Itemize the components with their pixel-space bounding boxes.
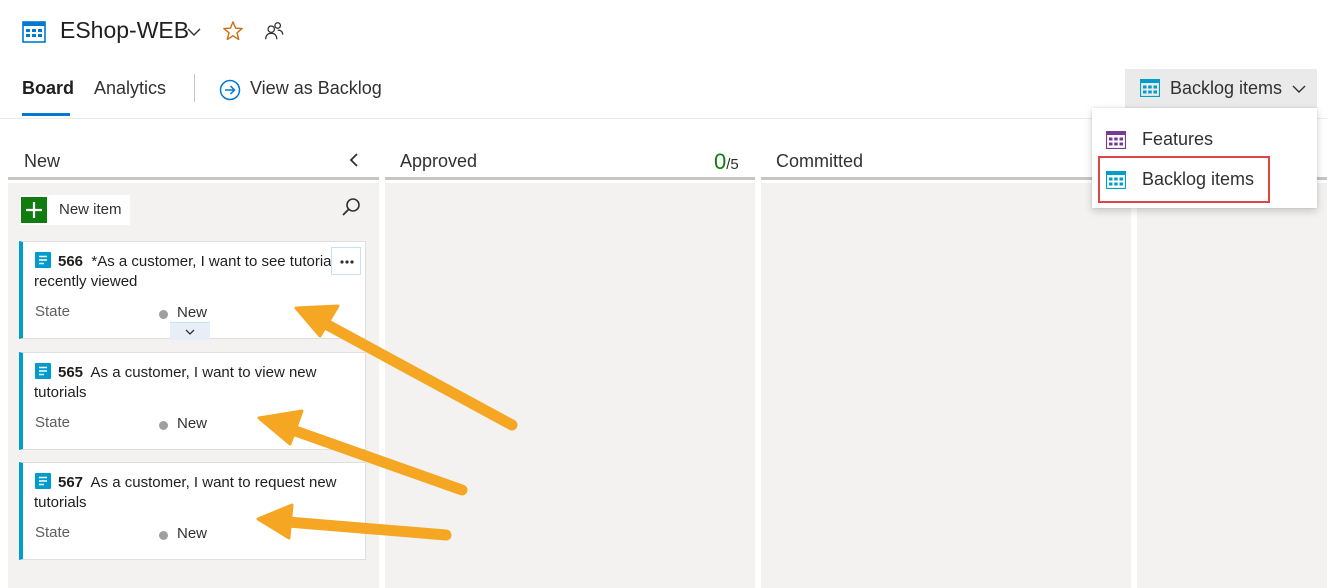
wip-limit: /5 bbox=[726, 156, 739, 173]
column-header-bar bbox=[761, 177, 1131, 180]
favorite-star-icon[interactable] bbox=[222, 20, 244, 42]
new-item-label: New item bbox=[59, 201, 122, 218]
card-title-line: 567 As a customer, I want to request new… bbox=[34, 473, 354, 513]
wip-limit-indicator: 0/5 bbox=[714, 149, 739, 175]
work-item-card[interactable]: 567 As a customer, I want to request new… bbox=[19, 462, 366, 560]
column-body-committed bbox=[761, 183, 1131, 588]
state-value[interactable]: New bbox=[177, 415, 207, 432]
state-label: State bbox=[35, 303, 71, 320]
work-item-id: 567 bbox=[58, 474, 84, 491]
team-members-icon[interactable] bbox=[263, 20, 285, 42]
arrow-circle-right-icon bbox=[219, 79, 241, 101]
tab-board[interactable]: Board bbox=[22, 78, 74, 99]
column-header-bar bbox=[8, 177, 379, 180]
work-item-card[interactable]: 565 As a customer, I want to view new tu… bbox=[19, 352, 366, 450]
selected-tab-indicator bbox=[22, 113, 70, 116]
team-board-icon bbox=[22, 20, 46, 44]
annotation-highlight-box bbox=[1098, 156, 1270, 203]
state-dot bbox=[159, 531, 168, 540]
features-icon bbox=[1105, 130, 1127, 150]
column-header-bar bbox=[385, 177, 755, 180]
menu-item-features[interactable]: Features bbox=[1092, 120, 1317, 158]
work-item-card[interactable]: 566 *As a customer, I want to see tutori… bbox=[19, 241, 366, 340]
column-header-approved: Approved bbox=[385, 142, 755, 180]
plus-icon bbox=[21, 197, 47, 223]
state-dot bbox=[159, 310, 168, 319]
menu-item-label: Features bbox=[1142, 129, 1214, 149]
backlog-level-selector[interactable]: Backlog items bbox=[1125, 69, 1317, 108]
view-as-backlog-label: View as Backlog bbox=[250, 78, 382, 98]
collapse-column-chevron-left-icon[interactable] bbox=[347, 152, 361, 168]
state-dropdown-chevron-icon[interactable] bbox=[170, 322, 210, 340]
column-body-approved bbox=[385, 183, 755, 588]
tab-divider bbox=[194, 74, 195, 102]
work-item-id: 566 bbox=[58, 253, 84, 270]
card-title-line: 566 *As a customer, I want to see tutori… bbox=[34, 252, 354, 292]
state-value[interactable]: New bbox=[177, 525, 207, 542]
column-title: New bbox=[24, 151, 61, 171]
state-label: State bbox=[35, 414, 71, 431]
tab-analytics[interactable]: Analytics bbox=[94, 78, 166, 99]
column-title: Approved bbox=[400, 151, 478, 171]
state-dot bbox=[159, 421, 168, 430]
column-body-partial bbox=[1137, 183, 1327, 588]
column-header-new: New bbox=[8, 142, 379, 180]
new-item-button[interactable]: New item bbox=[20, 195, 130, 225]
chevron-down-icon[interactable] bbox=[187, 25, 201, 39]
wip-current-count: 0 bbox=[714, 149, 727, 174]
search-icon[interactable] bbox=[340, 196, 362, 218]
backlog-level-label: Backlog items bbox=[1170, 78, 1283, 98]
column-title: Committed bbox=[776, 151, 864, 171]
state-label: State bbox=[35, 524, 71, 541]
work-item-id: 565 bbox=[58, 364, 84, 381]
more-actions-button[interactable] bbox=[331, 247, 361, 275]
state-value[interactable]: New bbox=[177, 304, 207, 321]
backlog-items-icon bbox=[1139, 78, 1161, 98]
card-title-line: 565 As a customer, I want to view new tu… bbox=[34, 363, 354, 403]
team-name[interactable]: EShop-WEB bbox=[60, 17, 189, 44]
chevron-down-icon bbox=[1292, 82, 1306, 96]
column-header-committed: Committed bbox=[761, 142, 1131, 180]
